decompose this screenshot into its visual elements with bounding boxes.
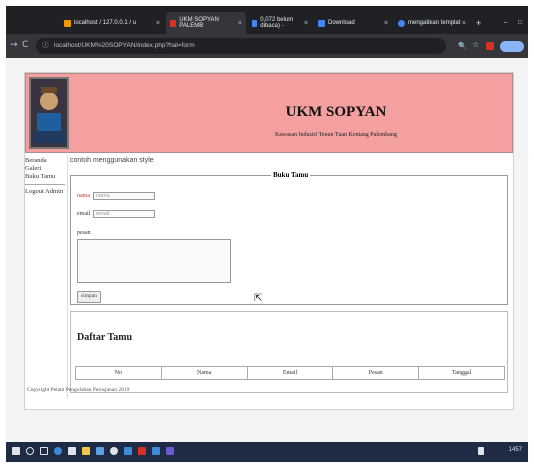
guest-list-title: Daftar Tamu	[77, 332, 133, 343]
url-input[interactable]: ⓘ localhost/UKM%20SOPYAN/index.php?hal=f…	[36, 38, 446, 54]
tab-bar: localhost / 127.0.0.1 / u × UKM SOPYAN P…	[6, 6, 528, 34]
tab-google-search[interactable]: mengatikan templat ×	[394, 12, 470, 34]
column-header-nama: Nama	[162, 367, 248, 379]
app-icon[interactable]	[152, 447, 160, 455]
google-icon	[398, 19, 405, 27]
reload-icon[interactable]: C	[22, 40, 28, 50]
guestbook-form: Buku Tamu nama nama email email pesan si…	[70, 171, 508, 305]
tab-label: UKM SOPYAN PALEMB	[179, 17, 219, 29]
download-icon	[318, 19, 325, 27]
column-header-tanggal: Tanggal	[451, 370, 472, 376]
message-label: pesan	[77, 230, 91, 236]
name-input[interactable]: nama	[93, 192, 155, 200]
tab-label: localhost / 127.0.0.1 / u	[74, 20, 137, 26]
mail-favicon-icon	[252, 19, 258, 27]
style-note: contoh menggunakan style	[70, 157, 154, 164]
app-icon[interactable]	[166, 447, 174, 455]
menu-item-logout[interactable]: Logout Admin	[25, 188, 65, 196]
tab-phpmyadmin[interactable]: localhost / 127.0.0.1 / u ×	[60, 12, 164, 34]
notification-icon[interactable]	[478, 447, 484, 455]
profile-avatar[interactable]	[500, 41, 524, 52]
new-tab-icon[interactable]: +	[472, 12, 486, 34]
save-button[interactable]: simpan	[77, 291, 101, 303]
close-tab-icon[interactable]: ×	[238, 20, 242, 27]
app-icon[interactable]	[124, 447, 132, 455]
page-favicon-icon	[170, 19, 177, 27]
site-title: UKM SOPYAN	[285, 104, 387, 120]
site-footer: Copyright Pelatn Pengolahan Perusjanan 2…	[27, 387, 130, 393]
phpmyadmin-favicon-icon	[64, 19, 71, 27]
tab-label: mengatikan templat	[408, 20, 461, 26]
close-tab-icon[interactable]: ×	[156, 20, 160, 27]
close-tab-icon[interactable]: ×	[384, 20, 388, 27]
column-header-no: No	[76, 367, 162, 379]
tab-download[interactable]: Download ×	[314, 12, 392, 34]
site-subtitle: Kawasan Industri Tenun Tuan Kentang Pale…	[275, 132, 397, 138]
chrome-icon[interactable]	[110, 447, 118, 455]
extension-icon[interactable]	[486, 42, 494, 50]
site-container: UKM SOPYAN Kawasan Industri Tenun Tuan K…	[24, 72, 514, 410]
back-icon[interactable]: →	[10, 40, 18, 50]
page-viewport: UKM SOPYAN Kawasan Industri Tenun Tuan K…	[6, 58, 528, 442]
message-textarea[interactable]	[77, 239, 231, 283]
guest-table-header: No Nama Email Pesan Tanggal	[75, 366, 505, 380]
logo-image	[29, 77, 69, 149]
tab-ukm-sopyan[interactable]: UKM SOPYAN PALEMB ×	[166, 12, 246, 34]
tab-label: 0,072 belum dibaca) -	[260, 17, 294, 29]
screenshot-frame: localhost / 127.0.0.1 / u × UKM SOPYAN P…	[6, 6, 528, 462]
tab-mail[interactable]: 0,072 belum dibaca) - ×	[248, 12, 312, 34]
column-header-email: Email	[248, 367, 334, 379]
side-menu: Beranda Galeri Buku Tamu Logout Admin	[25, 157, 65, 196]
store-icon[interactable]	[68, 447, 76, 455]
logo-photo-icon	[31, 79, 67, 147]
start-icon[interactable]	[12, 447, 20, 455]
site-header: UKM SOPYAN Kawasan Industri Tenun Tuan K…	[25, 73, 513, 153]
explorer-icon[interactable]	[82, 447, 90, 455]
email-input[interactable]: email	[93, 210, 155, 218]
menu-item-buku-tamu[interactable]: Buku Tamu	[25, 173, 65, 181]
zoom-icon[interactable]: 🔍	[458, 42, 467, 50]
mouse-cursor-icon: ⇱	[254, 293, 263, 304]
menu-item-galeri[interactable]: Galeri	[25, 165, 65, 173]
maximize-icon[interactable]: □	[514, 12, 524, 34]
guestbook-legend: Buku Tamu	[273, 171, 309, 179]
name-label: nama	[77, 193, 90, 199]
windows-taskbar: 1457	[6, 442, 528, 462]
address-bar-row: → C ⓘ localhost/UKM%20SOPYAN/index.php?h…	[6, 34, 528, 58]
task-view-icon[interactable]	[40, 447, 48, 455]
system-tray-clock: 1457	[508, 447, 522, 453]
column-header-pesan: Pesan	[333, 367, 420, 379]
bookmark-star-icon[interactable]: ☆	[472, 40, 479, 49]
minimize-icon[interactable]: –	[500, 12, 510, 34]
edge-icon[interactable]	[54, 447, 62, 455]
info-icon: ⓘ	[42, 42, 49, 49]
close-tab-icon[interactable]: ×	[304, 20, 308, 27]
email-label: email	[77, 211, 91, 217]
menu-item-beranda[interactable]: Beranda	[25, 157, 65, 165]
app-icon[interactable]	[96, 447, 104, 455]
tab-label: Download	[328, 20, 355, 26]
app-icon[interactable]	[138, 447, 146, 455]
url-text: localhost/UKM%20SOPYAN/index.php?hal=for…	[54, 42, 195, 49]
search-icon[interactable]	[26, 447, 34, 455]
close-tab-icon[interactable]: ×	[462, 20, 466, 27]
menu-divider	[25, 184, 65, 185]
main-content: contoh menggunakan style Buku Tamu nama …	[67, 155, 512, 399]
guest-list-panel: Daftar Tamu No Nama Email Pesan Tanggal	[70, 311, 508, 393]
